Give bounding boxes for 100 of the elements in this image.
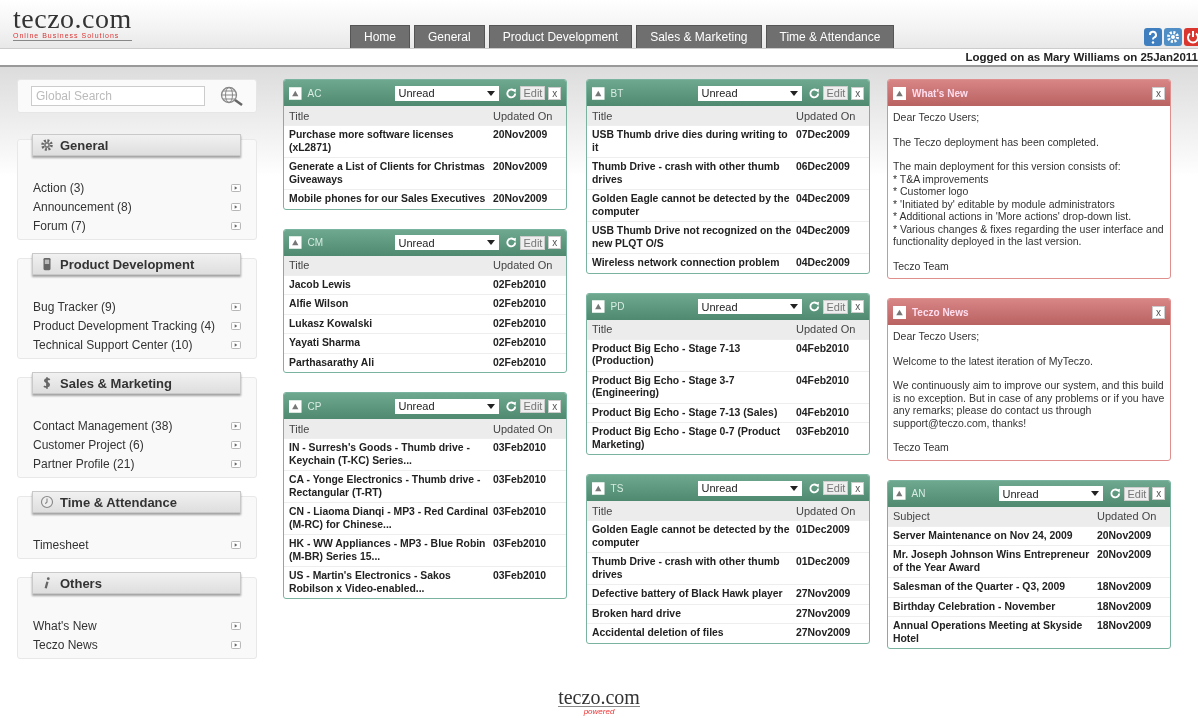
play-icon[interactable]: [231, 640, 241, 649]
filter-dropdown[interactable]: Unread: [697, 480, 802, 496]
sidebar-link[interactable]: Customer Project (6): [33, 437, 144, 452]
refresh-icon[interactable]: [807, 86, 821, 100]
refresh-icon[interactable]: [807, 300, 821, 313]
item-title-cell[interactable]: CN - Liaoma Dianqi - MP3 - Red Cardinal (M-RC) for Chinese...: [284, 502, 491, 535]
collapse-icon[interactable]: [592, 86, 605, 100]
item-title-cell[interactable]: Parthasarathy Ali: [284, 353, 491, 372]
play-icon[interactable]: [231, 459, 241, 468]
close-button[interactable]: x: [1152, 305, 1165, 319]
close-button[interactable]: x: [851, 300, 864, 313]
edit-button[interactable]: Edit: [520, 235, 546, 250]
edit-button[interactable]: Edit: [823, 481, 849, 495]
item-title-cell[interactable]: Yayati Sharma: [284, 333, 491, 353]
play-icon[interactable]: [231, 340, 241, 349]
item-title-cell[interactable]: Golden Eagle cannot be detected by the computer: [587, 189, 794, 222]
item-title-cell[interactable]: Alfie Wilson: [284, 294, 491, 314]
refresh-icon[interactable]: [1108, 487, 1122, 500]
item-title-cell[interactable]: Jacob Lewis: [284, 275, 491, 295]
close-button[interactable]: x: [851, 86, 864, 100]
collapse-icon[interactable]: [289, 236, 302, 249]
help-icon[interactable]: [1144, 28, 1162, 46]
item-title-cell[interactable]: HK - WW Appliances - MP3 - Blue Robin (M-BR) Series 15...: [284, 534, 491, 567]
item-title-cell[interactable]: Annual Operations Meeting at Skyside Hotel: [888, 616, 1095, 648]
close-button[interactable]: x: [851, 481, 864, 495]
filter-dropdown[interactable]: Unread: [998, 486, 1103, 501]
edit-button[interactable]: Edit: [520, 86, 546, 100]
collapse-icon[interactable]: [893, 487, 906, 500]
nav-tab[interactable]: Sales & Marketing: [636, 25, 762, 48]
item-title-cell[interactable]: US - Martin's Electronics - Sakos Robilson x Video-enabled...: [284, 566, 491, 598]
collapse-icon[interactable]: [592, 300, 605, 313]
item-title-cell[interactable]: Thumb Drive - crash with other thumb drives: [587, 552, 794, 585]
play-icon[interactable]: [231, 421, 241, 430]
filter-dropdown[interactable]: Unread: [697, 299, 802, 314]
item-title-cell[interactable]: Wireless network connection problem: [587, 253, 794, 273]
item-title-cell[interactable]: Server Maintenance on Nov 24, 2009: [888, 526, 1095, 546]
filter-dropdown[interactable]: Unread: [394, 398, 499, 414]
item-title-cell[interactable]: Product Big Echo - Stage 7-13 (Sales): [587, 403, 794, 423]
sidebar-link[interactable]: Teczo News: [33, 637, 98, 652]
item-title-cell[interactable]: Product Big Echo - Stage 3-7 (Engineering): [587, 371, 794, 403]
play-icon[interactable]: [231, 302, 241, 311]
sidebar-link[interactable]: Technical Support Center (10): [33, 337, 193, 352]
item-title-cell[interactable]: IN - Surresh's Goods - Thumb drive - Keychain (T-KC) Series...: [284, 438, 491, 471]
item-title-cell[interactable]: Generate a List of Clients for Christmas Giveaways: [284, 157, 491, 190]
sidebar-link[interactable]: Announcement (8): [33, 199, 132, 214]
item-title-cell[interactable]: Purchase more software licenses (xL2871): [284, 125, 491, 158]
sidebar-link[interactable]: What's New: [33, 618, 97, 633]
edit-button[interactable]: Edit: [1124, 486, 1150, 501]
sidebar-link[interactable]: Bug Tracker (9): [33, 299, 116, 314]
filter-dropdown[interactable]: Unread: [394, 235, 499, 250]
collapse-icon[interactable]: [893, 305, 906, 319]
item-title-cell[interactable]: Product Big Echo - Stage 0-7 (Product Marketing): [587, 422, 794, 454]
item-title-cell[interactable]: Accidental deletion of files: [587, 623, 794, 643]
close-button[interactable]: x: [1152, 86, 1165, 100]
sidebar-link[interactable]: Action (3): [33, 180, 85, 195]
item-title-cell[interactable]: Lukasz Kowalski: [284, 314, 491, 334]
refresh-icon[interactable]: [504, 399, 518, 413]
close-button[interactable]: x: [548, 399, 561, 413]
item-title-cell[interactable]: Broken hard drive: [587, 604, 794, 624]
item-title-cell[interactable]: Birthday Celebration - November: [888, 597, 1095, 617]
collapse-icon[interactable]: [592, 481, 605, 495]
item-title-cell[interactable]: Mr. Joseph Johnson Wins Entrepreneur of the Year Award: [888, 545, 1095, 578]
play-icon[interactable]: [231, 621, 241, 630]
collapse-icon[interactable]: [289, 399, 302, 413]
item-title-cell[interactable]: Golden Eagle cannot be detected by the computer: [587, 520, 794, 553]
close-button[interactable]: x: [548, 86, 561, 100]
search-field[interactable]: Global Search: [31, 86, 205, 106]
edit-button[interactable]: Edit: [520, 399, 546, 413]
item-title-cell[interactable]: Defective battery of Black Hawk player: [587, 584, 794, 604]
sidebar-link[interactable]: Partner Profile (21): [33, 456, 135, 471]
play-icon[interactable]: [231, 321, 241, 330]
play-icon[interactable]: [231, 221, 241, 230]
item-title-cell[interactable]: USB Thumb Drive not recognized on the new PLQT O/S: [587, 221, 794, 254]
sidebar-link[interactable]: Timesheet: [33, 537, 89, 552]
filter-dropdown[interactable]: Unread: [394, 85, 499, 101]
nav-tab[interactable]: Product Development: [488, 25, 633, 48]
refresh-icon[interactable]: [504, 236, 518, 249]
collapse-icon[interactable]: [289, 86, 302, 100]
settings-icon[interactable]: [1164, 28, 1182, 46]
close-button[interactable]: x: [548, 236, 561, 249]
refresh-icon[interactable]: [504, 86, 518, 100]
close-button[interactable]: x: [1152, 487, 1165, 500]
collapse-icon[interactable]: [893, 86, 906, 100]
edit-button[interactable]: Edit: [823, 86, 849, 100]
item-title-cell[interactable]: USB Thumb drive dies during writing to it: [587, 125, 794, 158]
edit-button[interactable]: Edit: [823, 299, 849, 314]
item-title-cell[interactable]: Thumb Drive - crash with other thumb drives: [587, 157, 794, 190]
sidebar-link[interactable]: Contact Management (38): [33, 418, 173, 433]
nav-tab[interactable]: Home: [350, 25, 410, 48]
sidebar-link[interactable]: Forum (7): [33, 218, 86, 233]
item-title-cell[interactable]: Mobile phones for our Sales Executives: [284, 189, 491, 209]
filter-dropdown[interactable]: Unread: [697, 85, 802, 101]
power-icon[interactable]: [1184, 28, 1198, 46]
item-title-cell[interactable]: Product Big Echo - Stage 7-13 (Production): [587, 339, 794, 371]
play-icon[interactable]: [231, 540, 241, 549]
sidebar-link[interactable]: Product Development Tracking (4): [33, 318, 216, 333]
item-title-cell[interactable]: Salesman of the Quarter - Q3, 2009: [888, 577, 1095, 597]
nav-tab[interactable]: Time & Attendance: [765, 25, 895, 48]
play-icon[interactable]: [231, 183, 241, 192]
refresh-icon[interactable]: [807, 481, 821, 495]
